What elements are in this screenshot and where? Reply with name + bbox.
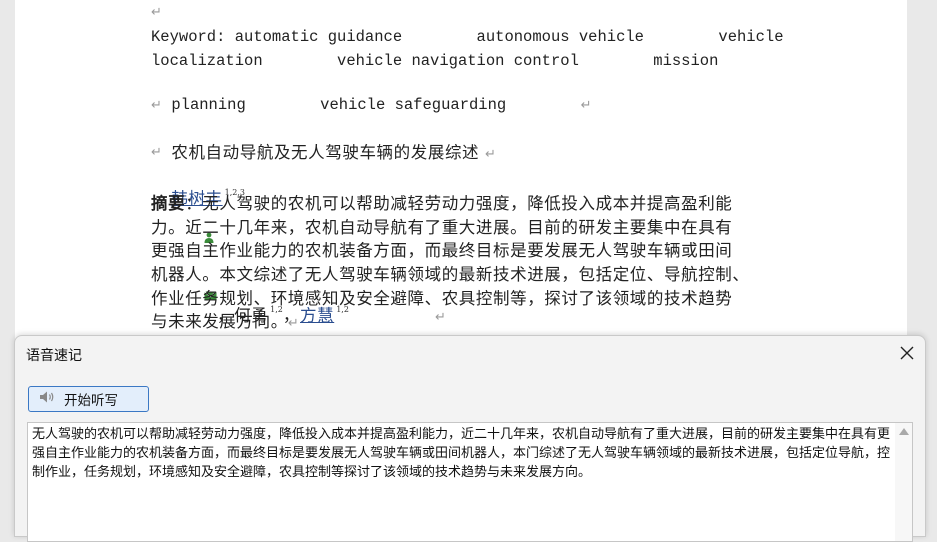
- transcript-text: 无人驾驶的农机可以帮助减轻劳动力强度，降低投入成本并提高盈利能力，近二十几年来，…: [32, 427, 891, 480]
- abstract-line-1: 摘要：无人驾驶的农机可以帮助减轻劳动力强度，降低投入成本并提高盈利能: [151, 190, 732, 214]
- abstract-line-2: 力。近二十几年来，农机自动导航有了重大进展。目前的研发主要集中在具有: [151, 218, 733, 237]
- document-title: 农机自动导航及无人驾驶车辆的发展综述: [171, 143, 485, 162]
- paragraph-mark: ↵: [434, 310, 446, 325]
- paragraph-mark: ↵: [485, 147, 496, 162]
- start-dictation-label: 开始听写: [64, 393, 118, 409]
- close-icon[interactable]: [899, 345, 915, 361]
- scroll-up-arrow-icon[interactable]: [899, 428, 909, 435]
- paragraph-mark: ↵: [151, 145, 162, 160]
- dialog-divider: [15, 372, 925, 373]
- paragraph-mark: ↵: [151, 98, 162, 113]
- abstract-label: 摘要: [151, 194, 186, 213]
- start-dictation-button[interactable]: 开始听写: [28, 386, 149, 412]
- abstract-line-5: 作业任务规划、环境感知及安全避障、农具控制等，探讨了该领域的技术趋势: [151, 289, 733, 308]
- abstract-text-1: ：无人驾驶的农机可以帮助减轻劳动力强度，降低投入成本并提高盈利能: [185, 194, 733, 213]
- abstract-line-4: 机器人。本文综述了无人驾驶车辆领域的最新技术进展，包括定位、导航控制、: [151, 265, 750, 284]
- paragraph-mark: ↵: [580, 98, 592, 113]
- abstract-line-3: 更强自主作业能力的农机装备方面，而最终目标是要发展无人驾驶车辆或田间: [151, 241, 733, 260]
- keyword-line-2: localization vehicle navigation control …: [151, 52, 719, 70]
- voice-dictation-dialog: 语音速记 开始听写 无人驾驶的农机可以帮助减轻劳动力强度，降低投入成本并提高盈利…: [14, 335, 926, 542]
- keyword-line-1: Keyword: automatic guidance autonomous v…: [151, 28, 784, 46]
- keyword-line-3: planning vehicle safeguarding: [171, 96, 581, 114]
- transcript-textarea[interactable]: 无人驾驶的农机可以帮助减轻劳动力强度，降低投入成本并提高盈利能力，近二十几年来，…: [27, 422, 913, 542]
- paragraph-mark: ↵: [151, 5, 162, 20]
- document-page[interactable]: ↵ Keyword: automatic guidance autonomous…: [15, 0, 907, 340]
- dialog-title: 语音速记: [26, 348, 82, 364]
- abstract-line-6-wrap: 与未来发展方向。↵: [151, 308, 299, 332]
- paragraph-mark: ↵: [287, 316, 299, 331]
- speaker-icon: [39, 390, 55, 408]
- transcript-scrollbar[interactable]: [895, 423, 912, 541]
- abstract-line-6: 与未来发展方向。: [151, 312, 288, 331]
